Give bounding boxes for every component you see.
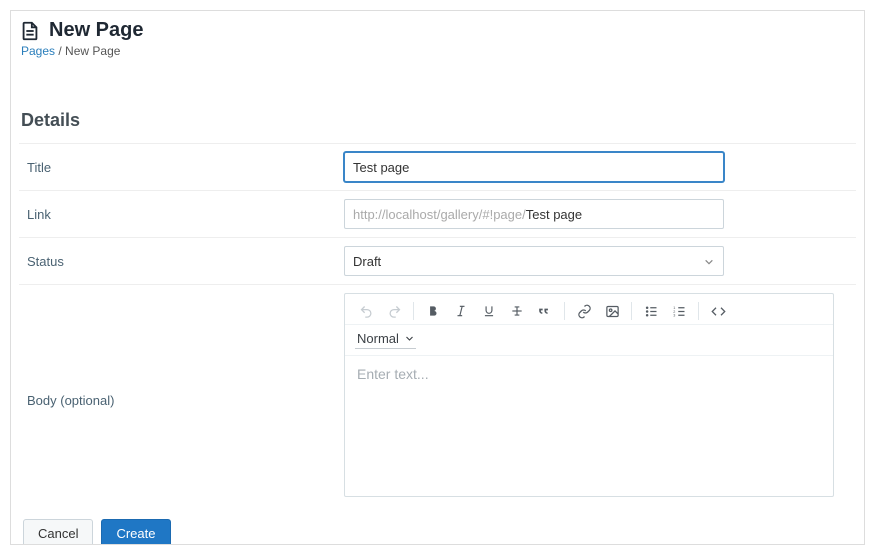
toolbar-separator <box>564 302 565 320</box>
code-icon[interactable] <box>707 300 729 322</box>
link-value: Test page <box>526 207 582 222</box>
editor-format-row: Normal <box>345 325 833 356</box>
breadcrumb-separator: / <box>55 44 65 58</box>
bold-icon[interactable] <box>422 300 444 322</box>
undo-icon[interactable] <box>355 300 377 322</box>
breadcrumb-current: New Page <box>65 44 120 58</box>
redo-icon[interactable] <box>383 300 405 322</box>
svg-text:3: 3 <box>673 313 675 317</box>
form-actions: Cancel Create <box>19 519 856 545</box>
image-icon[interactable] <box>601 300 623 322</box>
rich-text-editor: 123 Normal Enter text... <box>344 293 834 497</box>
link-icon[interactable] <box>573 300 595 322</box>
bullet-list-icon[interactable] <box>640 300 662 322</box>
editor-toolbar: 123 <box>345 294 833 325</box>
editor-body[interactable]: Enter text... <box>345 356 833 496</box>
form-row-body: Body (optional) <box>19 284 856 505</box>
toolbar-separator <box>698 302 699 320</box>
create-button[interactable]: Create <box>101 519 170 545</box>
form-row-title: Title <box>19 143 856 190</box>
page-header: New Page <box>19 19 856 42</box>
toolbar-separator <box>413 302 414 320</box>
status-select[interactable]: Draft <box>344 246 724 276</box>
format-value: Normal <box>357 331 399 346</box>
form-row-status: Status Draft <box>19 237 856 284</box>
breadcrumb-root-link[interactable]: Pages <box>21 44 55 58</box>
form-row-link: Link http://localhost/gallery/#!page/Tes… <box>19 190 856 237</box>
toolbar-separator <box>631 302 632 320</box>
breadcrumb: Pages / New Page <box>21 44 856 58</box>
label-link: Link <box>19 207 344 222</box>
underline-icon[interactable] <box>478 300 500 322</box>
page-container: New Page Pages / New Page Details Title … <box>10 10 865 545</box>
link-input[interactable]: http://localhost/gallery/#!page/Test pag… <box>344 199 724 229</box>
label-body: Body (optional) <box>19 293 344 408</box>
italic-icon[interactable] <box>450 300 472 322</box>
label-title: Title <box>19 160 344 175</box>
quote-icon[interactable] <box>534 300 556 322</box>
format-select[interactable]: Normal <box>355 329 416 349</box>
cancel-button[interactable]: Cancel <box>23 519 93 545</box>
section-heading-details: Details <box>21 110 856 131</box>
numbered-list-icon[interactable]: 123 <box>668 300 690 322</box>
chevron-down-icon <box>405 334 414 343</box>
status-value: Draft <box>353 254 381 269</box>
strikethrough-icon[interactable] <box>506 300 528 322</box>
page-title: New Page <box>49 19 143 42</box>
title-input[interactable] <box>344 152 724 182</box>
document-icon <box>19 20 41 42</box>
link-prefix: http://localhost/gallery/#!page/ <box>353 207 526 222</box>
label-status: Status <box>19 254 344 269</box>
